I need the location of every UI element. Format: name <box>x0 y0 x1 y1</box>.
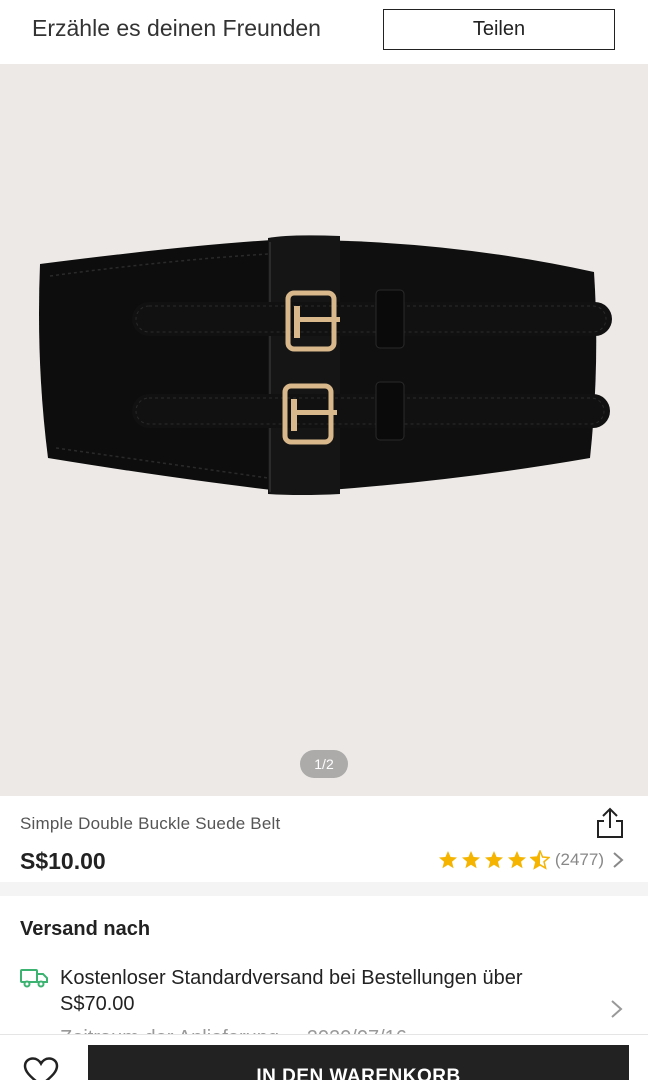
share-button[interactable]: Teilen <box>383 9 615 50</box>
truck-icon <box>20 969 48 988</box>
shipping-heading: Versand nach <box>20 918 151 940</box>
product-title: Simple Double Buckle Suede Belt <box>20 814 281 833</box>
star-icon <box>438 851 457 869</box>
chevron-right-icon[interactable] <box>610 999 623 1019</box>
bottom-action-bar: IN DEN WARENKORB <box>0 1034 648 1080</box>
rating-summary[interactable]: (2477) <box>438 850 624 870</box>
product-gallery[interactable]: 1/2 <box>0 64 648 796</box>
heart-icon[interactable] <box>23 1057 59 1080</box>
image-pager: 1/2 <box>300 750 348 778</box>
product-price: S$10.00 <box>20 848 106 874</box>
star-icon <box>461 851 480 869</box>
chevron-right-icon <box>613 852 624 868</box>
share-prompt: Erzähle es deinen Freunden <box>32 15 321 41</box>
belt-image <box>39 235 612 496</box>
product-info: Simple Double Buckle Suede Belt S$10.00 … <box>0 796 648 882</box>
star-half-icon <box>529 850 550 870</box>
star-icon <box>507 851 526 869</box>
rating-count: (2477) <box>554 850 604 869</box>
shipping-free-text: Kostenloser Standardversand bei Bestellu… <box>60 967 523 1015</box>
share-upload-icon[interactable] <box>594 806 626 840</box>
share-bar: Erzähle es deinen Freunden Teilen <box>0 0 648 64</box>
section-divider <box>0 882 648 896</box>
star-icon <box>484 851 503 869</box>
add-to-cart-button[interactable]: IN DEN WARENKORB <box>88 1045 629 1080</box>
